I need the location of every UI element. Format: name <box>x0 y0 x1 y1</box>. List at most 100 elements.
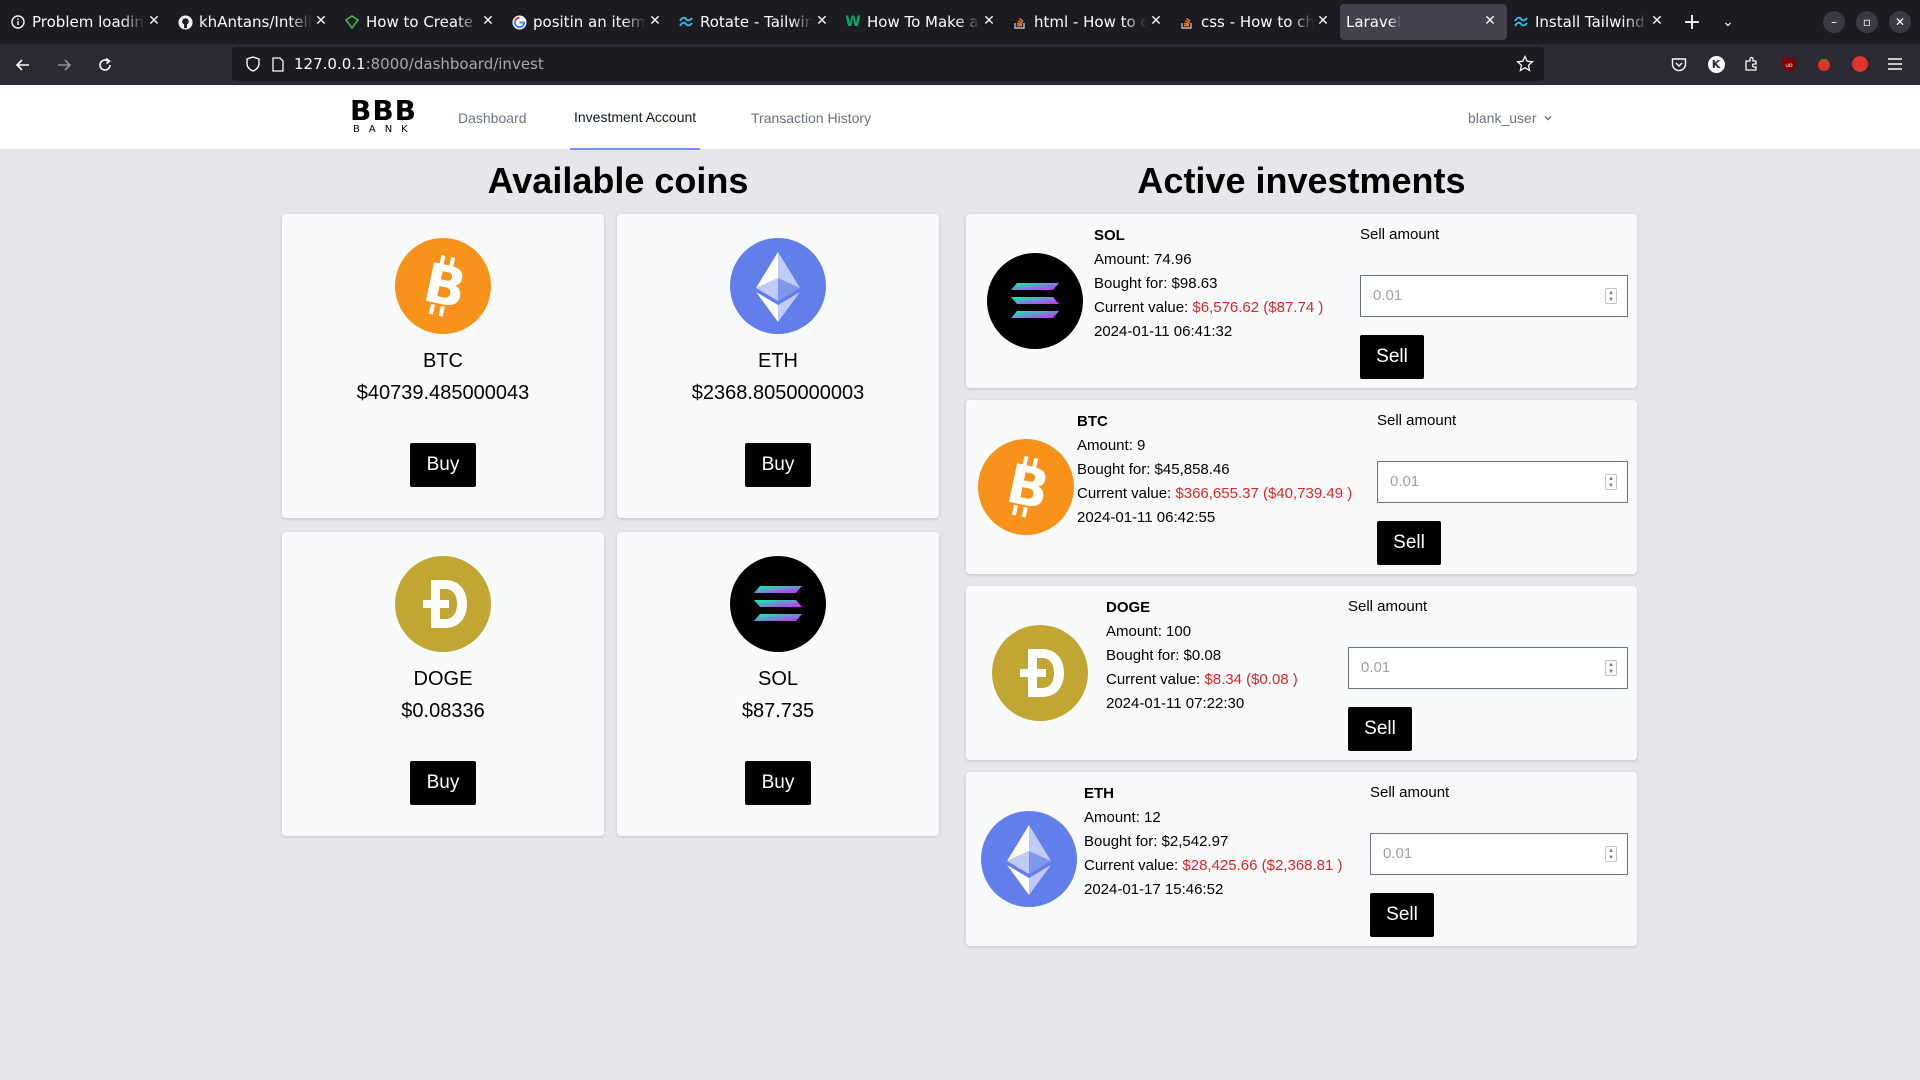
investment-amount: Amount: 9 <box>1077 437 1146 454</box>
pocket-icon[interactable] <box>1669 54 1689 74</box>
dogecoin-icon <box>395 556 491 652</box>
close-tab-icon[interactable]: ✕ <box>1481 12 1499 30</box>
buy-button[interactable]: Buy <box>745 761 811 805</box>
investment-date: 2024-01-17 15:46:52 <box>1084 881 1224 898</box>
ethereum-icon <box>981 811 1077 907</box>
dogecoin-icon <box>992 625 1088 721</box>
number-spinner-icon[interactable]: ▲ ▼ <box>1605 846 1617 862</box>
buy-button[interactable]: Buy <box>410 443 476 487</box>
sell-button[interactable]: Sell <box>1360 335 1424 379</box>
coin-card-doge: DOGE $0.08336 Buy <box>282 532 604 836</box>
sell-amount-placeholder: 0.01 <box>1373 287 1403 304</box>
url-bar[interactable]: 127.0.0.1:8000/dashboard/invest <box>232 47 1544 81</box>
tab-title: How To Make a Modal <box>867 13 980 31</box>
sell-button[interactable]: Sell <box>1370 893 1434 937</box>
chevron-down-icon[interactable]: ⌄ <box>1710 4 1746 40</box>
browser-tab[interactable]: positin an item on ✕ <box>505 4 672 40</box>
close-window-icon[interactable]: ✕ <box>1889 11 1911 33</box>
close-tab-icon[interactable]: ✕ <box>1147 12 1165 30</box>
investment-info: DOGE Amount: 100 Bought for: $0.08 Curre… <box>1106 596 1298 716</box>
extension-k-icon[interactable]: K <box>1706 54 1726 74</box>
number-spinner-icon[interactable]: ▲ ▼ <box>1605 474 1617 490</box>
investment-amount: Amount: 12 <box>1084 809 1161 826</box>
browser-tab[interactable]: W How To Make a Modal ✕ <box>839 4 1006 40</box>
user-menu[interactable]: blank_user <box>1468 85 1553 150</box>
close-tab-icon[interactable]: ✕ <box>813 12 831 30</box>
current-value: $8.34 ($0.08 ) <box>1204 671 1298 688</box>
browser-tab-active[interactable]: Laravel ✕ <box>1340 4 1507 40</box>
bitcoin-icon: B <box>978 439 1074 535</box>
extensions-puzzle-icon[interactable] <box>1742 54 1762 74</box>
record-extension-icon[interactable] <box>1850 54 1870 74</box>
sell-button[interactable]: Sell <box>1348 707 1412 751</box>
sell-amount-label: Sell amount <box>1348 598 1428 615</box>
coin-symbol: SOL <box>757 668 799 690</box>
browser-tab[interactable]: Problem loading page ✕ <box>4 4 171 40</box>
investment-current: Current value: $366,655.37 ($40,739.49 ) <box>1077 482 1352 506</box>
number-spinner-icon[interactable]: ▲ ▼ <box>1605 288 1617 304</box>
sell-amount-input[interactable]: 0.01 ▲ ▼ <box>1360 275 1628 317</box>
new-tab-icon[interactable]: + <box>1674 4 1710 40</box>
close-tab-icon[interactable]: ✕ <box>646 12 664 30</box>
investment-symbol: ETH <box>1084 785 1114 802</box>
current-value: $366,655.37 ($40,739.49 ) <box>1175 485 1353 502</box>
close-tab-icon[interactable]: ✕ <box>312 12 330 30</box>
nav-link-dashboard[interactable]: Dashboard <box>458 85 527 150</box>
ethereum-icon <box>730 238 826 334</box>
username: blank_user <box>1468 109 1537 126</box>
sell-amount-input[interactable]: 0.01 ▲ ▼ <box>1377 461 1628 503</box>
sell-amount-label: Sell amount <box>1370 784 1450 801</box>
sell-amount-input[interactable]: 0.01 ▲ ▼ <box>1348 647 1628 689</box>
logo-subtext: BANK <box>353 124 417 135</box>
number-spinner-icon[interactable]: ▲ ▼ <box>1605 660 1617 676</box>
chevron-down-icon <box>1543 113 1553 123</box>
logo-text: BBB <box>350 94 418 127</box>
forward-icon[interactable] <box>46 49 82 81</box>
menu-hamburger-icon[interactable] <box>1885 54 1905 74</box>
investment-info: BTC Amount: 9 Bought for: $45,858.46 Cur… <box>1077 410 1352 530</box>
tailwind-icon <box>1513 14 1529 30</box>
close-tab-icon[interactable]: ✕ <box>145 12 163 30</box>
browser-tab[interactable]: Rotate - Tailwind CSS ✕ <box>672 4 839 40</box>
bookmark-star-icon[interactable] <box>1516 55 1534 73</box>
investment-symbol: DOGE <box>1106 599 1151 616</box>
url-path: :8000/dashboard/invest <box>365 55 544 73</box>
close-tab-icon[interactable]: ✕ <box>1648 12 1666 30</box>
buy-button[interactable]: Buy <box>745 443 811 487</box>
back-icon[interactable] <box>5 49 41 81</box>
minimize-icon[interactable]: – <box>1823 11 1845 33</box>
reload-icon[interactable] <box>87 49 123 81</box>
browser-tab[interactable]: How to Create a ✕ <box>338 4 505 40</box>
page-icon[interactable] <box>272 56 284 72</box>
tab-title: khAntans/IntelliBank <box>199 13 312 31</box>
tab-title: Laravel <box>1346 13 1402 31</box>
investment-card-sol: SOL Amount: 74.96 Bought for: $98.63 Cur… <box>966 214 1637 388</box>
investment-date: 2024-01-11 06:41:32 <box>1094 323 1233 340</box>
bbb-bank-logo[interactable]: BBB BANK <box>350 94 418 137</box>
close-tab-icon[interactable]: ✕ <box>1314 12 1332 30</box>
browser-nav-bar: 127.0.0.1:8000/dashboard/invest K uo <box>0 44 1920 85</box>
investment-bought: Bought for: $45,858.46 <box>1077 461 1230 478</box>
close-tab-icon[interactable]: ✕ <box>980 12 998 30</box>
browser-tab[interactable]: css - How to change ✕ <box>1173 4 1340 40</box>
app-nav: BBB BANK Dashboard Investment Account Tr… <box>0 85 1920 150</box>
ublock-icon[interactable]: uo <box>1779 54 1799 74</box>
tomato-extension-icon[interactable] <box>1814 54 1834 74</box>
tab-title: positin an item on <box>533 13 646 31</box>
nav-link-investment-account[interactable]: Investment Account <box>570 85 701 150</box>
shield-icon[interactable] <box>246 56 260 72</box>
browser-tab[interactable]: html - How to override ✕ <box>1006 4 1173 40</box>
nav-link-transaction-history[interactable]: Transaction History <box>751 85 871 150</box>
tab-title: How to Create a <box>366 13 479 31</box>
investment-amount: Amount: 74.96 <box>1094 251 1192 268</box>
close-tab-icon[interactable]: ✕ <box>479 12 497 30</box>
sell-amount-input[interactable]: 0.01 ▲ ▼ <box>1370 833 1628 875</box>
investment-bought: Bought for: $2,542.97 <box>1084 833 1229 850</box>
browser-tab[interactable]: khAntans/IntelliBank ✕ <box>171 4 338 40</box>
buy-button[interactable]: Buy <box>410 761 476 805</box>
sell-button[interactable]: Sell <box>1377 521 1441 565</box>
restore-icon[interactable]: ▫ <box>1856 11 1878 33</box>
browser-tab[interactable]: Install Tailwind CSS ✕ <box>1507 4 1674 40</box>
tab-title: Install Tailwind CSS <box>1535 13 1648 31</box>
browser-tab-bar: Problem loading page ✕ khAntans/IntelliB… <box>0 0 1920 44</box>
